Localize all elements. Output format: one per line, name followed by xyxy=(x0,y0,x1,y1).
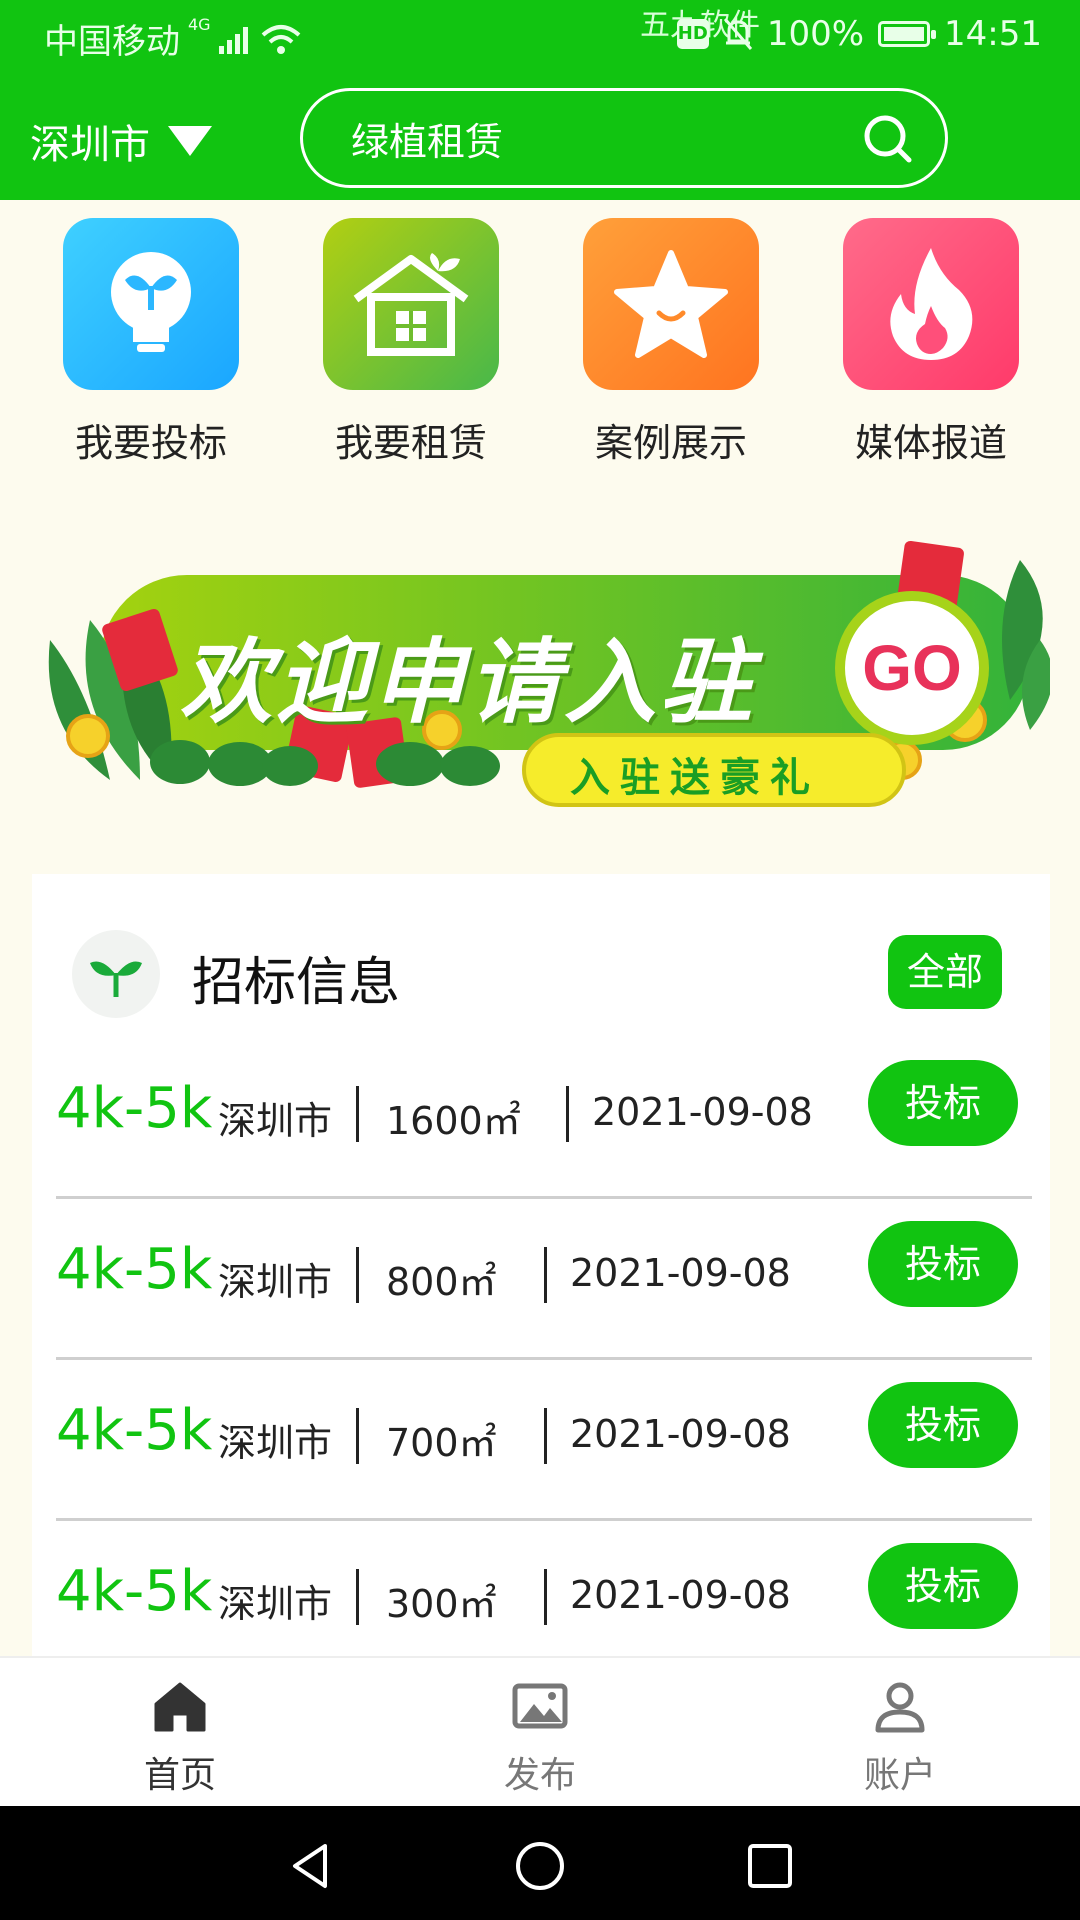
header-bar: 中国移动 4G 五九软件 HD 100% 14:51 深圳市 绿植租赁 xyxy=(0,0,1080,200)
sprout-icon xyxy=(72,930,160,1018)
search-icon[interactable] xyxy=(855,106,919,170)
status-bar-right: HD 100% 14:51 xyxy=(676,14,1042,54)
row-divider xyxy=(356,1086,359,1142)
row-divider xyxy=(544,1408,547,1464)
tender-area: 300㎡ xyxy=(386,1582,497,1626)
banner-title: 欢迎申请入驻 xyxy=(180,629,757,736)
tab-label: 首页 xyxy=(143,1755,216,1796)
menu-item-label: 案例展示 xyxy=(594,421,747,465)
tender-card-header: 招标信息 全部 xyxy=(72,930,1012,1020)
bottom-tab-bar: 首页 发布 账户 xyxy=(0,1656,1080,1808)
menu-item-label: 我要租赁 xyxy=(334,421,487,465)
menu-item-media[interactable]: 媒体报道 xyxy=(811,218,1051,467)
tender-price: 4k-5k xyxy=(56,1559,213,1624)
row-divider xyxy=(356,1408,359,1464)
tender-area: 800㎡ xyxy=(386,1260,497,1304)
status-bar-left: 中国移动 4G xyxy=(44,14,301,63)
star-icon xyxy=(583,218,759,390)
back-icon[interactable] xyxy=(285,1840,337,1892)
home-circle-icon[interactable] xyxy=(514,1840,566,1892)
tender-date: 2021-09-08 xyxy=(592,1090,813,1134)
tender-row[interactable]: 4k-5k 深圳市 700㎡ 2021-09-08 投标 xyxy=(56,1358,1032,1521)
bid-button[interactable]: 投标 xyxy=(868,1382,1018,1468)
menu-item-label: 媒体报道 xyxy=(854,421,1007,465)
tender-price: 4k-5k xyxy=(56,1398,213,1463)
tender-date: 2021-09-08 xyxy=(570,1573,791,1617)
bid-button[interactable]: 投标 xyxy=(868,1060,1018,1146)
bulb-sprout-icon xyxy=(63,218,239,390)
dropdown-triangle-icon xyxy=(168,126,212,156)
view-all-button[interactable]: 全部 xyxy=(888,935,1002,1009)
tender-area: 1600㎡ xyxy=(386,1099,521,1143)
city-selector-label: 深圳市 xyxy=(30,122,150,168)
join-banner[interactable]: GO 欢迎申请入驻 入驻送豪礼 xyxy=(30,530,1053,830)
menu-item-bid[interactable]: 我要投标 xyxy=(31,218,271,467)
tender-card-title: 招标信息 xyxy=(192,953,401,1013)
tender-date: 2021-09-08 xyxy=(570,1251,791,1295)
row-divider xyxy=(566,1086,569,1142)
tab-label: 账户 xyxy=(863,1755,936,1796)
carrier-label: 中国移动 xyxy=(44,22,180,62)
tender-price: 4k-5k xyxy=(56,1076,213,1141)
home-icon xyxy=(154,1682,206,1732)
network-type-label: 4G xyxy=(188,15,211,34)
person-icon xyxy=(875,1682,925,1733)
tender-city: 深圳市 xyxy=(218,1260,333,1304)
bid-button[interactable]: 投标 xyxy=(868,1543,1018,1629)
tab-home[interactable]: 首页 xyxy=(80,1676,280,1798)
bid-button[interactable]: 投标 xyxy=(868,1221,1018,1307)
row-divider xyxy=(544,1247,547,1303)
search-input[interactable]: 绿植租赁 xyxy=(351,111,855,166)
tender-row[interactable]: 4k-5k 深圳市 1600㎡ 2021-09-08 投标 xyxy=(56,1036,1032,1199)
banner-go-text: GO xyxy=(862,632,962,704)
tab-publish[interactable]: 发布 xyxy=(440,1676,640,1798)
tender-city: 深圳市 xyxy=(218,1582,333,1626)
battery-icon xyxy=(878,21,937,47)
flame-icon xyxy=(843,218,1019,390)
tender-price: 4k-5k xyxy=(56,1237,213,1302)
row-divider xyxy=(356,1247,359,1303)
tab-label: 发布 xyxy=(503,1755,576,1796)
menu-item-lease[interactable]: 我要租赁 xyxy=(291,218,531,467)
menu-item-cases[interactable]: 案例展示 xyxy=(551,218,791,467)
tender-city: 深圳市 xyxy=(218,1421,333,1465)
city-selector[interactable]: 深圳市 xyxy=(30,112,212,170)
search-bar[interactable]: 绿植租赁 xyxy=(300,88,948,188)
row-divider xyxy=(356,1569,359,1625)
tender-area: 700㎡ xyxy=(386,1421,497,1465)
tender-city: 深圳市 xyxy=(218,1099,333,1143)
recent-apps-icon[interactable] xyxy=(744,1840,796,1892)
image-icon xyxy=(512,1683,568,1729)
mute-bell-icon xyxy=(723,18,752,50)
hd-icon: HD xyxy=(676,19,709,49)
wifi-icon xyxy=(261,24,300,54)
tender-date: 2021-09-08 xyxy=(570,1412,791,1456)
menu-item-label: 我要投标 xyxy=(74,421,227,465)
battery-percent: 100% xyxy=(766,14,865,54)
quick-menu: 我要投标 我要租赁 案例展示 媒体报道 xyxy=(0,218,1080,478)
house-icon xyxy=(323,218,499,390)
row-divider xyxy=(544,1569,547,1625)
clock-time: 14:51 xyxy=(944,14,1042,54)
banner-subtitle: 入驻送豪礼 xyxy=(570,755,820,801)
tab-account[interactable]: 账户 xyxy=(800,1676,1000,1798)
system-nav-bar xyxy=(0,1806,1080,1920)
tender-row[interactable]: 4k-5k 深圳市 300㎡ 2021-09-08 投标 xyxy=(56,1519,1032,1679)
tender-row[interactable]: 4k-5k 深圳市 800㎡ 2021-09-08 投标 xyxy=(56,1197,1032,1360)
signal-icon xyxy=(218,26,248,54)
